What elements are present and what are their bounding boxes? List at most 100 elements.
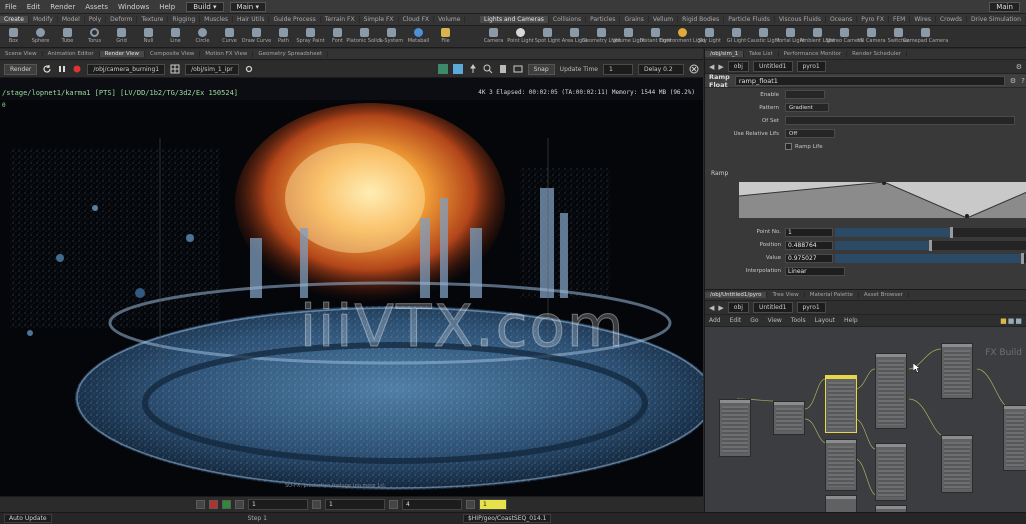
- shelf-tab[interactable]: Pyro FX: [857, 16, 889, 23]
- shelf-tool-camera[interactable]: Camera: [480, 28, 507, 44]
- shelf-tab[interactable]: Lights and Cameras: [480, 16, 549, 23]
- pause-icon[interactable]: [57, 64, 67, 74]
- shelf-tool-metaball[interactable]: Metaball: [405, 28, 432, 44]
- shelf-tab[interactable]: Texture: [137, 16, 169, 23]
- shelf-tab[interactable]: Viscous Fluids: [775, 16, 826, 23]
- back-icon[interactable]: ◀: [709, 63, 714, 71]
- ramp-life-checkbox[interactable]: [785, 143, 792, 150]
- shelf-tab[interactable]: Rigid Bodies: [678, 16, 725, 23]
- position-slider[interactable]: [835, 239, 1026, 251]
- tab-performance-monitor[interactable]: Performance Monitor: [779, 51, 848, 57]
- pin-icon[interactable]: [468, 64, 478, 74]
- shelf-tool-lsystem[interactable]: L-System: [378, 28, 405, 44]
- shelf-tab[interactable]: Collisions: [549, 16, 587, 23]
- ramp-editor[interactable]: [738, 181, 1026, 219]
- shelf-tab[interactable]: FEM: [889, 16, 911, 23]
- shelf-tab[interactable]: Model: [58, 16, 85, 23]
- shelf-tool-path[interactable]: Path: [270, 28, 297, 44]
- path-segment[interactable]: Untitled1: [752, 302, 793, 313]
- settings-icon[interactable]: [244, 64, 254, 74]
- update-time-field[interactable]: 1: [603, 63, 633, 75]
- shelf-tool-circle[interactable]: Circle: [189, 28, 216, 44]
- next-frame-icon[interactable]: [235, 500, 244, 509]
- path-segment[interactable]: obj: [727, 61, 749, 72]
- shelf-tab[interactable]: Particle Fluids: [724, 16, 775, 23]
- shelf-tool-sphere[interactable]: Sphere: [27, 28, 54, 44]
- frame-end-field[interactable]: 4: [402, 499, 462, 510]
- value-field[interactable]: 0.975027: [785, 253, 833, 263]
- shelf-tool-caustic-light[interactable]: Caustic Light: [747, 28, 780, 44]
- param-value[interactable]: [785, 116, 1015, 125]
- shelf-tab[interactable]: Terrain FX: [321, 16, 360, 23]
- shelf-tab[interactable]: Muscles: [200, 16, 234, 23]
- shelf-tab[interactable]: Wires: [910, 16, 936, 23]
- param-value[interactable]: Off: [785, 129, 835, 138]
- network-node[interactable]: [773, 401, 805, 435]
- menu-go[interactable]: Go: [746, 317, 762, 324]
- shelf-tool-geometry-light[interactable]: Geometry Light: [582, 28, 621, 44]
- shelf-tab[interactable]: Vellum: [649, 16, 679, 23]
- menu-view[interactable]: View: [764, 317, 786, 324]
- shelf-tool-point-light[interactable]: Point Light: [507, 28, 534, 44]
- network-node[interactable]: [875, 353, 907, 429]
- snapshot-button[interactable]: Snap: [527, 63, 555, 75]
- shelf-tool-line[interactable]: Line: [162, 28, 189, 44]
- shelf-tab[interactable]: Oceans: [826, 16, 858, 23]
- interp-dropdown[interactable]: Linear: [785, 266, 845, 276]
- network-node[interactable]: [941, 435, 973, 493]
- record-icon[interactable]: [209, 500, 218, 509]
- path-segment[interactable]: Untitled1: [752, 61, 793, 72]
- tab-render-view[interactable]: Render View: [99, 51, 146, 57]
- tab-motion-fx-view[interactable]: Motion FX View: [200, 51, 254, 57]
- camera-field[interactable]: /obj/camera_burning1: [87, 63, 166, 75]
- slider-knob[interactable]: [1021, 252, 1025, 264]
- shelf-tab[interactable]: Deform: [106, 16, 138, 23]
- gear-icon[interactable]: ⚙: [1010, 77, 1016, 85]
- shelf-tool-tube[interactable]: Tube: [54, 28, 81, 44]
- network-node-selected[interactable]: [825, 375, 857, 433]
- shelf-tool-gi-light[interactable]: GI Light: [723, 28, 750, 44]
- shelf-tool-torus[interactable]: Torus: [81, 28, 108, 44]
- shelf-tab[interactable]: Particles: [586, 16, 621, 23]
- menu-help[interactable]: Help: [154, 3, 180, 11]
- status-path-field[interactable]: $HIP/geo/CoastSEQ_014.1: [462, 514, 552, 523]
- slider-knob[interactable]: [950, 226, 954, 238]
- frame-start-field[interactable]: 1: [248, 499, 308, 510]
- tab-take-list[interactable]: Take List: [744, 51, 779, 57]
- channel-green-icon[interactable]: [437, 64, 448, 74]
- menu-help[interactable]: Help: [840, 317, 862, 324]
- auto-update-dropdown[interactable]: Auto Update: [4, 514, 52, 523]
- position-field[interactable]: 0.488764: [785, 240, 833, 250]
- frame-icon[interactable]: [513, 64, 523, 74]
- main-desktop-dropdown[interactable]: Main: [989, 1, 1020, 12]
- first-frame-icon[interactable]: [196, 500, 205, 509]
- shelf-tool-null[interactable]: Null: [135, 28, 162, 44]
- network-node[interactable]: [875, 505, 907, 512]
- network-node[interactable]: [1003, 405, 1026, 471]
- node-name-field[interactable]: ramp_float1: [734, 75, 1005, 86]
- menu-layout[interactable]: Layout: [811, 317, 839, 324]
- loop-icon[interactable]: [389, 500, 398, 509]
- shelf-tool-platonic[interactable]: Platonic Solids: [346, 28, 383, 44]
- shelf-tab[interactable]: Simple FX: [360, 16, 399, 23]
- tab-scene-view[interactable]: Scene View: [0, 51, 43, 57]
- slider-knob[interactable]: [929, 239, 933, 251]
- realtime-icon[interactable]: [466, 500, 475, 509]
- menu-tools[interactable]: Tools: [787, 317, 810, 324]
- delay-field[interactable]: Delay 0.2: [638, 63, 684, 75]
- menu-windows[interactable]: Windows: [113, 3, 154, 11]
- close-circle-icon[interactable]: [689, 64, 699, 74]
- shelf-tab[interactable]: Poly: [85, 16, 107, 23]
- tab-render-scheduler[interactable]: Render Scheduler: [847, 51, 908, 57]
- menu-edit[interactable]: Edit: [726, 317, 746, 324]
- path-segment[interactable]: obj: [727, 302, 749, 313]
- play-icon[interactable]: [222, 500, 231, 509]
- shelf-tab[interactable]: Grains: [620, 16, 649, 23]
- shelf-tab[interactable]: Create: [0, 16, 29, 23]
- rop-field[interactable]: /obj/sim_1_ipr: [185, 63, 239, 75]
- network-node[interactable]: [825, 495, 857, 512]
- back-icon[interactable]: ◀: [709, 304, 714, 312]
- network-tool-icon[interactable]: ■: [1000, 317, 1007, 325]
- tab-param[interactable]: /obj/sim_1: [705, 51, 745, 57]
- frame-yellow-field[interactable]: 1: [479, 499, 507, 510]
